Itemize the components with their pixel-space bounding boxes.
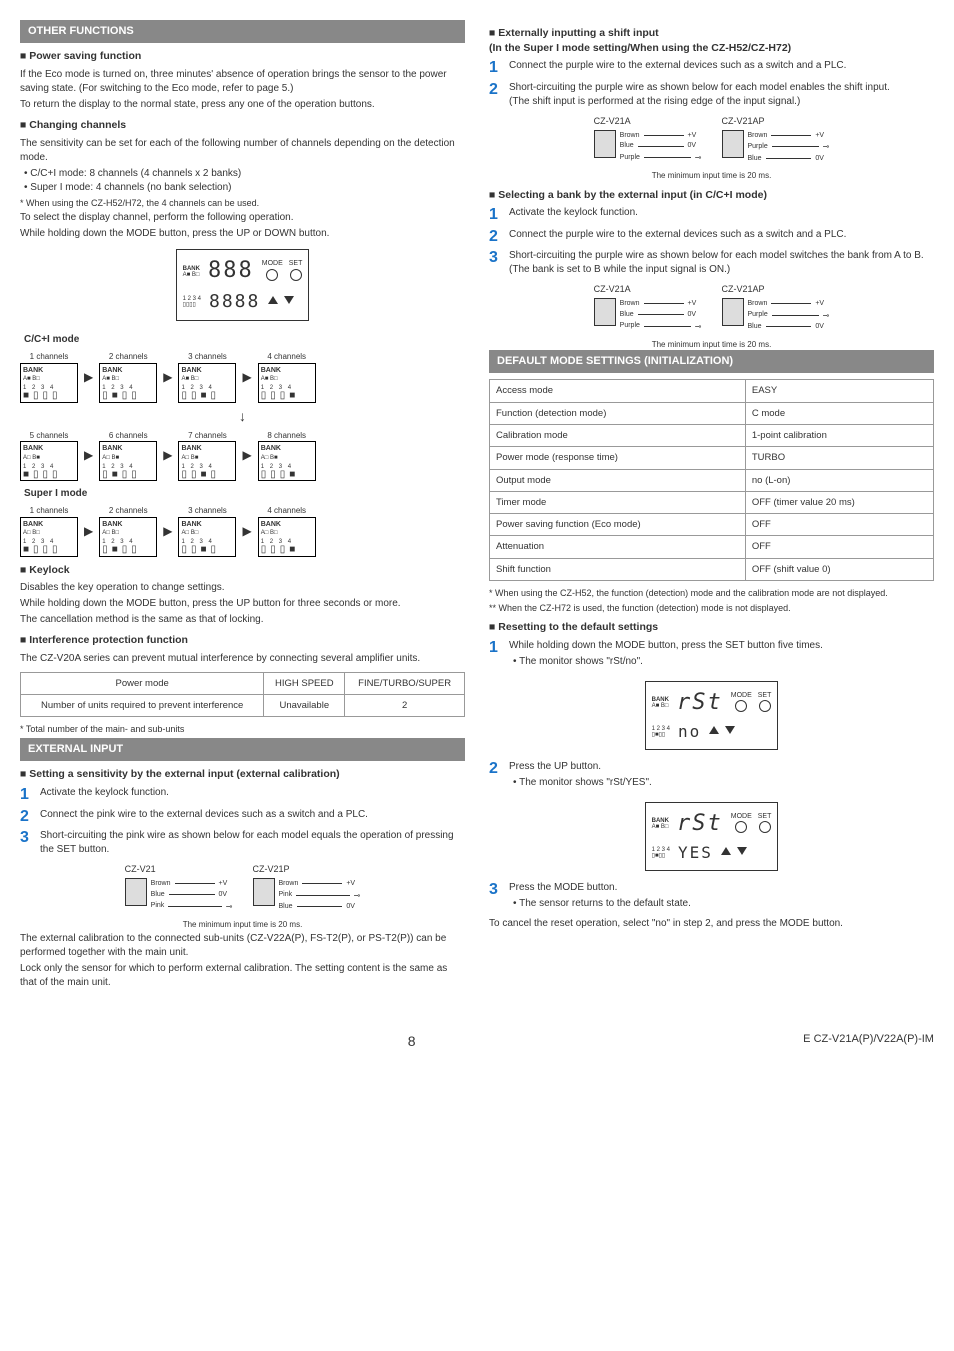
- interference-table: Power mode HIGH SPEED FINE/TURBO/SUPER N…: [20, 672, 465, 718]
- ss-after2: Lock only the sensor for which to perfor…: [20, 962, 465, 990]
- defaults-table: Access modeEASYFunction (detection mode)…: [489, 379, 934, 581]
- wiring-diagram-purple-1: CZ-V21A Brown+V Blue0V Purple⊸ CZ-V21AP …: [489, 115, 934, 164]
- ss-step1: Activate the keylock function.: [40, 786, 465, 800]
- cci-mode-label: C/C+I mode: [24, 333, 465, 347]
- display-rst-yes: BANKA■ B□ rSt MODESET 1 2 3 4▯■▯▯ YES: [645, 802, 779, 871]
- cc-bullet-2: Super I mode: 4 channels (no bank select…: [24, 181, 465, 195]
- keylock-p3: The cancellation method is the same as t…: [20, 613, 465, 627]
- min-time-1: The minimum input time is 20 ms.: [20, 919, 465, 930]
- keylock-p1: Disables the key operation to change set…: [20, 581, 465, 595]
- interference-title: Interference protection function: [20, 633, 465, 648]
- keylock-title: Keylock: [20, 563, 465, 578]
- ss-step2: Connect the pink wire to the external de…: [40, 808, 465, 822]
- changing-channels-p1: The sensitivity can be set for each of t…: [20, 137, 465, 165]
- defaults-header: DEFAULT MODE SETTINGS (INITIALIZATION): [489, 350, 934, 373]
- power-saving-title: Power saving function: [20, 49, 465, 64]
- resetting-title: Resetting to the default settings: [489, 620, 934, 635]
- rst-step1: While holding down the MODE button, pres…: [509, 639, 934, 671]
- other-functions-header: OTHER FUNCTIONS: [20, 20, 465, 43]
- sb-step3: Short-circuiting the purple wire as show…: [509, 249, 934, 277]
- ext-shift-title: Externally inputting a shift input (In t…: [489, 26, 934, 55]
- super-mode-label: Super I mode: [24, 487, 465, 501]
- min-time-2: The minimum input time is 20 ms.: [489, 170, 934, 181]
- wiring-diagram-purple-2: CZ-V21A Brown+V Blue0V Purple⊸ CZ-V21AP …: [489, 283, 934, 332]
- defaults-note1: * When using the CZ-H52, the function (d…: [489, 587, 934, 600]
- wiring-diagram-pink: CZ-V21 Brown+V Blue0V Pink⊸ CZ-V21P Brow…: [20, 863, 465, 912]
- rst-step2: Press the UP button. The monitor shows "…: [509, 760, 934, 792]
- setting-sens-title: Setting a sensitivity by the external in…: [20, 767, 465, 782]
- page-number: 8: [408, 1032, 416, 1052]
- cc-p2: To select the display channel, perform t…: [20, 211, 465, 225]
- interference-note: * Total number of the main- and sub-unit…: [20, 723, 465, 736]
- defaults-note2: ** When the CZ-H72 is used, the function…: [489, 602, 934, 615]
- sb-step2: Connect the purple wire to the external …: [509, 228, 934, 242]
- doc-id: E CZ-V21A(P)/V22A(P)-IM: [803, 1032, 934, 1052]
- interference-p1: The CZ-V20A series can prevent mutual in…: [20, 652, 465, 666]
- cc-bullet-1: C/C+I mode: 8 channels (4 channels x 2 b…: [24, 167, 465, 181]
- es-step1: Connect the purple wire to the external …: [509, 59, 934, 73]
- min-time-3: The minimum input time is 20 ms.: [489, 339, 934, 350]
- display-panel-diagram: BANKA■ B□ 888 MODE SET 1 2 3 4▯▯▯▯ 8888: [176, 249, 310, 321]
- power-saving-p1: If the Eco mode is turned on, three minu…: [20, 68, 465, 96]
- rst-step3: Press the MODE button. The sensor return…: [509, 881, 934, 913]
- external-input-header: EXTERNAL INPUT: [20, 738, 465, 761]
- select-bank-title: Selecting a bank by the external input (…: [489, 188, 934, 203]
- rst-cancel: To cancel the reset operation, select "n…: [489, 917, 934, 931]
- sb-step1: Activate the keylock function.: [509, 206, 934, 220]
- ss-after1: The external calibration to the connecte…: [20, 932, 465, 960]
- super-diagram: 1 channelsBANKA□ B□1 2 3 4■▯▯▯ ▶ 2 chann…: [20, 505, 465, 556]
- power-saving-p2: To return the display to the normal stat…: [20, 98, 465, 112]
- cci-diagram: 1 channelsBANKA■ B□1 2 3 4■▯▯▯ ▶ 2 chann…: [20, 351, 465, 481]
- display-rst-no: BANKA■ B□ rSt MODESET 1 2 3 4▯■▯▯ no: [645, 681, 779, 750]
- es-step2: Short-circuiting the purple wire as show…: [509, 81, 934, 109]
- cc-note: * When using the CZ-H52/H72, the 4 chann…: [20, 197, 465, 210]
- keylock-p2: While holding down the MODE button, pres…: [20, 597, 465, 611]
- cc-p3: While holding down the MODE button, pres…: [20, 227, 465, 241]
- ss-step3: Short-circuiting the pink wire as shown …: [40, 829, 465, 857]
- changing-channels-title: Changing channels: [20, 118, 465, 133]
